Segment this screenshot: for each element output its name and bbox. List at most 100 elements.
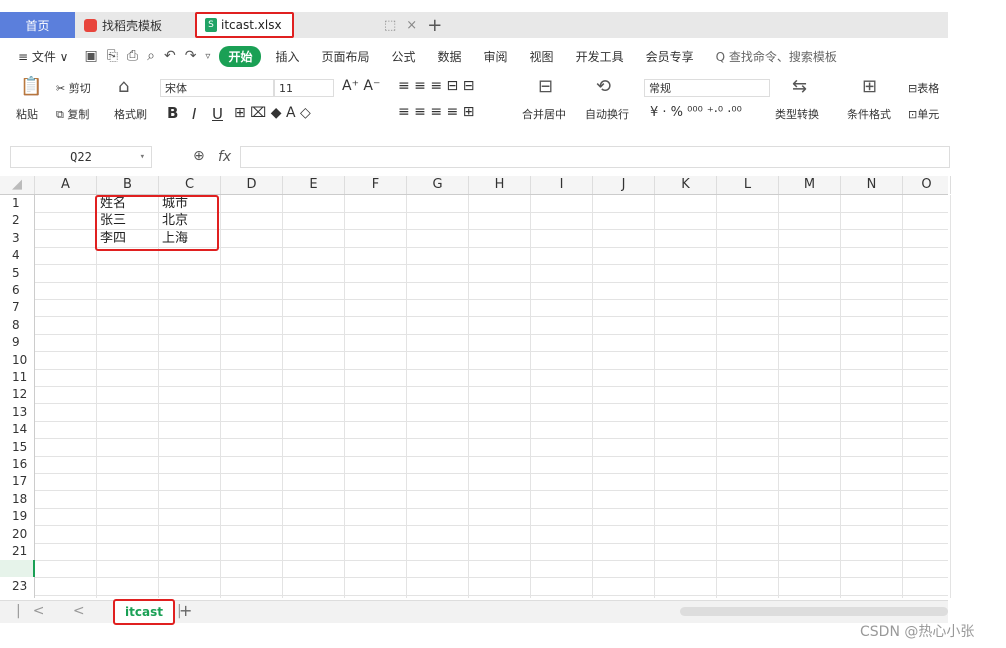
name-box-dropdown-icon[interactable]: ▾ bbox=[140, 152, 145, 162]
zoom-icon[interactable]: ⊕ bbox=[193, 148, 205, 164]
format-painter-button[interactable]: 格式刷 bbox=[114, 106, 147, 122]
print-preview-icon[interactable]: ⌕ bbox=[147, 48, 155, 64]
menu-developer[interactable]: 开发工具 bbox=[576, 48, 624, 65]
wrap-text-button[interactable]: 自动换行 bbox=[585, 106, 629, 122]
paste-icon[interactable]: 📋 bbox=[20, 76, 42, 97]
sheet-tab-itcast[interactable]: itcast bbox=[113, 599, 175, 625]
row-header-17[interactable]: 17 bbox=[0, 473, 35, 490]
row-header-16[interactable]: 16 bbox=[0, 456, 35, 473]
row-header-14[interactable]: 14 bbox=[0, 421, 35, 438]
border-icon[interactable]: ⊞ ⌧ ◆ A ◇ bbox=[234, 105, 311, 121]
template-icon[interactable]: ⎘ bbox=[107, 48, 118, 64]
wrap-icon[interactable]: ⟲ bbox=[596, 76, 611, 97]
search-commands[interactable]: Q 查找命令、搜索模板 bbox=[716, 48, 837, 65]
row-header-5[interactable]: 5 bbox=[0, 265, 35, 282]
qat-dropdown-icon[interactable]: ▿ bbox=[205, 51, 210, 62]
new-tab-button[interactable]: + bbox=[427, 15, 442, 36]
cut-button[interactable]: ✂ 剪切 bbox=[56, 80, 91, 96]
row-header-23[interactable]: 23 bbox=[0, 578, 35, 595]
undo-icon[interactable]: ↶ bbox=[164, 48, 176, 64]
close-tab-icon[interactable]: × bbox=[406, 18, 417, 33]
select-all-corner[interactable]: ◢ bbox=[0, 176, 35, 194]
name-box[interactable]: Q22 ▾ bbox=[10, 146, 152, 168]
format-painter-icon[interactable]: ⌂ bbox=[118, 76, 129, 97]
font-grow-icon[interactable]: A⁺ A⁻ bbox=[342, 78, 380, 94]
row-header-21[interactable]: 21 bbox=[0, 543, 35, 560]
column-header-l[interactable]: L bbox=[717, 176, 779, 194]
row-header-19[interactable]: 19 bbox=[0, 508, 35, 525]
print-icon[interactable]: ⎙ bbox=[127, 48, 138, 64]
menu-file[interactable]: ≡ 文件 ∨ bbox=[18, 48, 68, 65]
italic-button[interactable]: I bbox=[192, 105, 196, 123]
column-header-h[interactable]: H bbox=[469, 176, 531, 194]
menu-insert[interactable]: 插入 bbox=[275, 48, 299, 65]
tab-templates[interactable]: 找稻壳模板 bbox=[76, 12, 193, 38]
cut-label: 剪切 bbox=[68, 82, 91, 95]
menu-view[interactable]: 视图 bbox=[530, 48, 554, 65]
column-header-o[interactable]: O bbox=[903, 176, 951, 194]
row-header-9[interactable]: 9 bbox=[0, 334, 35, 351]
column-header-a[interactable]: A bbox=[35, 176, 97, 194]
row-header-10[interactable]: 10 bbox=[0, 352, 35, 369]
cell-label: 单元 bbox=[917, 108, 940, 121]
tab-file-itcast[interactable]: S itcast.xlsx bbox=[195, 12, 294, 38]
conditional-format-button[interactable]: 条件格式 bbox=[847, 106, 891, 122]
row-header-20[interactable]: 20 bbox=[0, 526, 35, 543]
row-header-8[interactable]: 8 bbox=[0, 317, 35, 334]
column-header-d[interactable]: D bbox=[221, 176, 283, 194]
menu-formulas[interactable]: 公式 bbox=[392, 48, 416, 65]
row-header-18[interactable]: 18 bbox=[0, 491, 35, 508]
save-icon[interactable]: ▣ bbox=[84, 48, 97, 64]
row-header-2[interactable]: 2 bbox=[0, 212, 35, 229]
row-header-3[interactable]: 3 bbox=[0, 230, 35, 247]
menu-member[interactable]: 会员专享 bbox=[646, 48, 694, 65]
column-header-g[interactable]: G bbox=[407, 176, 469, 194]
row-header-7[interactable]: 7 bbox=[0, 299, 35, 316]
redo-icon[interactable]: ↷ bbox=[185, 48, 197, 64]
row-header-4[interactable]: 4 bbox=[0, 247, 35, 264]
merge-center-button[interactable]: 合并居中 bbox=[522, 106, 566, 122]
menu-data[interactable]: 数据 bbox=[438, 48, 462, 65]
column-header-k[interactable]: K bbox=[655, 176, 717, 194]
cell-button[interactable]: ⊡单元 bbox=[908, 106, 939, 122]
horizontal-scrollbar[interactable] bbox=[680, 607, 948, 616]
column-header-f[interactable]: F bbox=[345, 176, 407, 194]
type-convert-button[interactable]: 类型转换 bbox=[775, 106, 819, 122]
row-header-6[interactable]: 6 bbox=[0, 282, 35, 299]
menu-start[interactable]: 开始 bbox=[219, 45, 262, 67]
row-header-15[interactable]: 15 bbox=[0, 439, 35, 456]
column-header-b[interactable]: B bbox=[97, 176, 159, 194]
row-header-11[interactable]: 11 bbox=[0, 369, 35, 386]
underline-button[interactable]: U bbox=[212, 105, 223, 123]
font-size-select[interactable]: 11 bbox=[274, 79, 334, 97]
paste-button[interactable]: 粘贴 bbox=[16, 106, 38, 122]
tab-home[interactable]: 首页 bbox=[0, 12, 75, 38]
font-name-select[interactable]: 宋体 bbox=[160, 79, 274, 97]
merge-icon[interactable]: ⊟ bbox=[538, 76, 553, 97]
copy-button[interactable]: ⧉ 复制 bbox=[56, 106, 89, 122]
row-header-13[interactable]: 13 bbox=[0, 404, 35, 421]
table-style-button[interactable]: ⊟表格 bbox=[908, 80, 939, 96]
menu-page-layout[interactable]: 页面布局 bbox=[321, 48, 369, 65]
align-top-icons[interactable]: ≡ ≡ ≡ ⊟ ⊟ bbox=[398, 78, 474, 94]
pin-icon[interactable]: ⬚ bbox=[384, 18, 396, 33]
menu-review[interactable]: 审阅 bbox=[484, 48, 508, 65]
column-header-j[interactable]: J bbox=[593, 176, 655, 194]
column-header-i[interactable]: I bbox=[531, 176, 593, 194]
align-horizontal-icons[interactable]: ≡ ≡ ≡ ≡ ⊞ bbox=[398, 104, 474, 120]
column-header-c[interactable]: C bbox=[159, 176, 221, 194]
convert-icon[interactable]: ⇆ bbox=[792, 76, 807, 97]
column-header-e[interactable]: E bbox=[283, 176, 345, 194]
column-header-m[interactable]: M bbox=[779, 176, 841, 194]
formula-input[interactable] bbox=[240, 146, 950, 168]
add-sheet-button[interactable]: + bbox=[179, 601, 192, 620]
number-format-select[interactable]: 常规 bbox=[644, 79, 770, 97]
row-header-1[interactable]: 1 bbox=[0, 195, 35, 212]
number-format-icons[interactable]: ¥ · % ⁰⁰⁰ ⁺·⁰ ·⁰⁰ bbox=[650, 105, 742, 120]
row-header-12[interactable]: 12 bbox=[0, 386, 35, 403]
conditional-format-icon[interactable]: ⊞ bbox=[862, 76, 877, 97]
fx-icon[interactable]: fx bbox=[218, 149, 231, 165]
spreadsheet-grid[interactable]: ◢ A B C D E F G H I J K L M N O 1 2 3 4 5 6 7 8 9 10 11 12 13 14 15 16… bbox=[0, 176, 951, 598]
bold-button[interactable]: B bbox=[167, 104, 178, 122]
column-header-n[interactable]: N bbox=[841, 176, 903, 194]
